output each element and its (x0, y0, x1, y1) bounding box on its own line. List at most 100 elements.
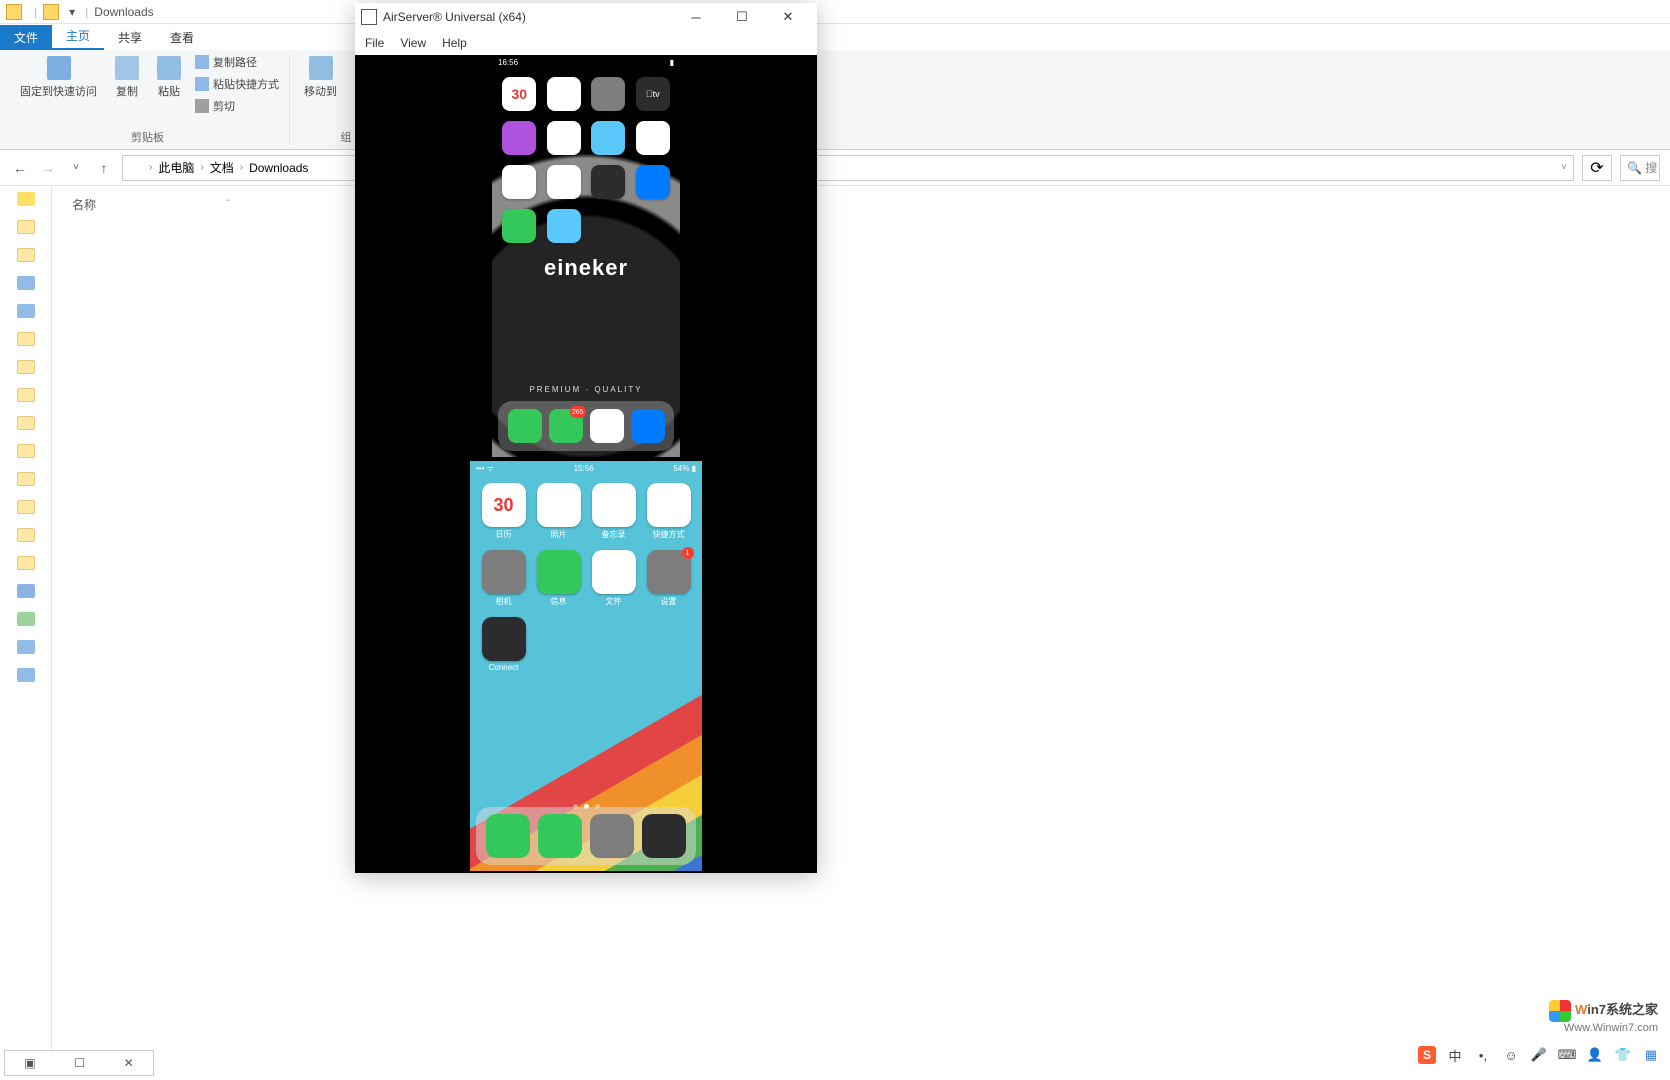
app-wallet[interactable] (634, 121, 673, 157)
dock-phone[interactable] (538, 814, 582, 858)
app-calendar[interactable]: 30 (500, 77, 539, 113)
app-connect[interactable]: Connect (480, 617, 527, 672)
maps-icon (547, 121, 581, 155)
ime-indicator[interactable]: 中 (1446, 1046, 1464, 1064)
wallpaper-text: eineker (492, 255, 680, 281)
forward-button[interactable]: → (38, 158, 58, 178)
badge: 1 (682, 547, 694, 559)
app-settings[interactable]: 1设置 (645, 550, 692, 607)
airserver-titlebar[interactable]: AirServer® Universal (x64) ─ ☐ ✕ (355, 3, 817, 31)
app-clock[interactable] (589, 165, 628, 201)
app-calendar[interactable]: 30日历 (480, 483, 527, 540)
move-to-button[interactable]: 移动到 (300, 54, 341, 101)
app-camera[interactable] (589, 77, 628, 113)
app-tv[interactable]: 􀵨tv (634, 77, 673, 113)
recent-button[interactable]: ˅ (66, 158, 86, 178)
sidebar-item[interactable] (17, 220, 35, 234)
tab-home[interactable]: 主页 (52, 23, 104, 50)
emoji-icon[interactable]: ☺ (1502, 1046, 1520, 1064)
app-itunes[interactable] (500, 121, 539, 157)
app-notes[interactable] (500, 165, 539, 201)
weather-icon (591, 121, 625, 155)
punct-icon[interactable]: •, (1474, 1046, 1492, 1064)
tab-view[interactable]: 查看 (156, 25, 208, 50)
app-maps[interactable] (545, 121, 584, 157)
dock-safari[interactable] (590, 814, 634, 858)
app-files[interactable]: 文件 (590, 550, 637, 607)
sogou-icon[interactable]: S (1418, 1046, 1436, 1064)
quick-access-icon[interactable] (17, 192, 35, 206)
back-button[interactable]: ← (10, 158, 30, 178)
paste-button[interactable]: 粘贴 (153, 54, 185, 114)
sidebar-item[interactable] (17, 472, 35, 486)
menu-view[interactable]: View (400, 36, 426, 50)
app-weather[interactable] (589, 121, 628, 157)
sidebar-item[interactable] (17, 360, 35, 374)
app-notes[interactable]: 备忘录 (590, 483, 637, 540)
mic-icon[interactable]: 🎤 (1530, 1046, 1548, 1064)
sidebar-item[interactable] (17, 276, 35, 290)
app-appstore[interactable] (634, 165, 673, 201)
sidebar-item[interactable] (17, 668, 35, 682)
sidebar-item[interactable] (17, 612, 35, 626)
sidebar-item[interactable] (17, 388, 35, 402)
dock-phone[interactable] (508, 409, 542, 443)
close-button[interactable]: ✕ (765, 3, 811, 31)
app-photos[interactable] (545, 77, 584, 113)
pin-button[interactable]: 固定到快速访问 (16, 54, 101, 114)
sidebar-item[interactable] (17, 556, 35, 570)
col-name[interactable]: 名称 (72, 196, 96, 213)
close-icon[interactable]: ✕ (124, 1056, 134, 1070)
sidebar-item[interactable] (17, 248, 35, 262)
refresh-button[interactable]: ⟳ (1582, 155, 1612, 181)
search-input[interactable]: 🔍 搜 (1620, 155, 1660, 181)
menu-help[interactable]: Help (442, 36, 467, 50)
app-shortcuts[interactable]: 快捷方式 (645, 483, 692, 540)
menu-file[interactable]: File (365, 36, 384, 50)
sidebar-item[interactable] (17, 444, 35, 458)
skin-icon[interactable]: 👕 (1614, 1046, 1632, 1064)
restore-icon[interactable]: ☐ (74, 1056, 85, 1070)
clock-icon (591, 165, 625, 199)
crumb-docs[interactable]: 文档 (210, 159, 234, 176)
taskbar-window-preview[interactable]: ▣ ☐ ✕ (4, 1050, 154, 1076)
dock-calculator[interactable] (642, 814, 686, 858)
person-icon[interactable]: 👤 (1586, 1046, 1604, 1064)
maximize-button[interactable]: ☐ (719, 3, 765, 31)
folder-icon (129, 161, 143, 175)
toolbox-icon[interactable]: ▦ (1642, 1046, 1660, 1064)
shortcuts-icon (647, 483, 691, 527)
app-misc[interactable] (545, 209, 584, 245)
cut-button[interactable]: 剪切 (195, 98, 279, 114)
crumb-downloads[interactable]: Downloads (249, 161, 308, 175)
this-pc-icon[interactable] (17, 584, 35, 598)
tab-share[interactable]: 共享 (104, 25, 156, 50)
sidebar-item[interactable] (17, 416, 35, 430)
file-list[interactable]: 名称 ˆ 修 (52, 186, 1670, 1050)
app-facetime[interactable] (500, 209, 539, 245)
dock-safari[interactable] (590, 409, 624, 443)
sidebar-item[interactable] (17, 304, 35, 318)
badge: 265 (570, 406, 586, 418)
paste-shortcut-button[interactable]: 粘贴快捷方式 (195, 76, 279, 92)
tab-file[interactable]: 文件 (0, 25, 52, 50)
dock-mail[interactable] (631, 409, 665, 443)
sidebar-item[interactable] (17, 640, 35, 654)
dock-messages[interactable]: 265 (549, 409, 583, 443)
keyboard-icon[interactable]: ⌨ (1558, 1046, 1576, 1064)
crumb-pc[interactable]: 此电脑 (158, 159, 194, 176)
sidebar-item[interactable] (17, 528, 35, 542)
copy-button[interactable]: 复制 (111, 54, 143, 114)
app-reminders[interactable] (545, 165, 584, 201)
app-label: Connect (489, 663, 519, 672)
app-messages[interactable]: 信息 (535, 550, 582, 607)
app-camera[interactable]: 相机 (480, 550, 527, 607)
sidebar-item[interactable] (17, 332, 35, 346)
sidebar-item[interactable] (17, 500, 35, 514)
app-photos[interactable]: 照片 (535, 483, 582, 540)
minimize-button[interactable]: ─ (673, 3, 719, 31)
copy-path-button[interactable]: 复制路径 (195, 54, 279, 70)
address-bar[interactable]: › 此电脑 › 文档 › Downloads ˅ (122, 155, 1574, 181)
up-button[interactable]: ↑ (94, 158, 114, 178)
dock-wechat[interactable] (486, 814, 530, 858)
